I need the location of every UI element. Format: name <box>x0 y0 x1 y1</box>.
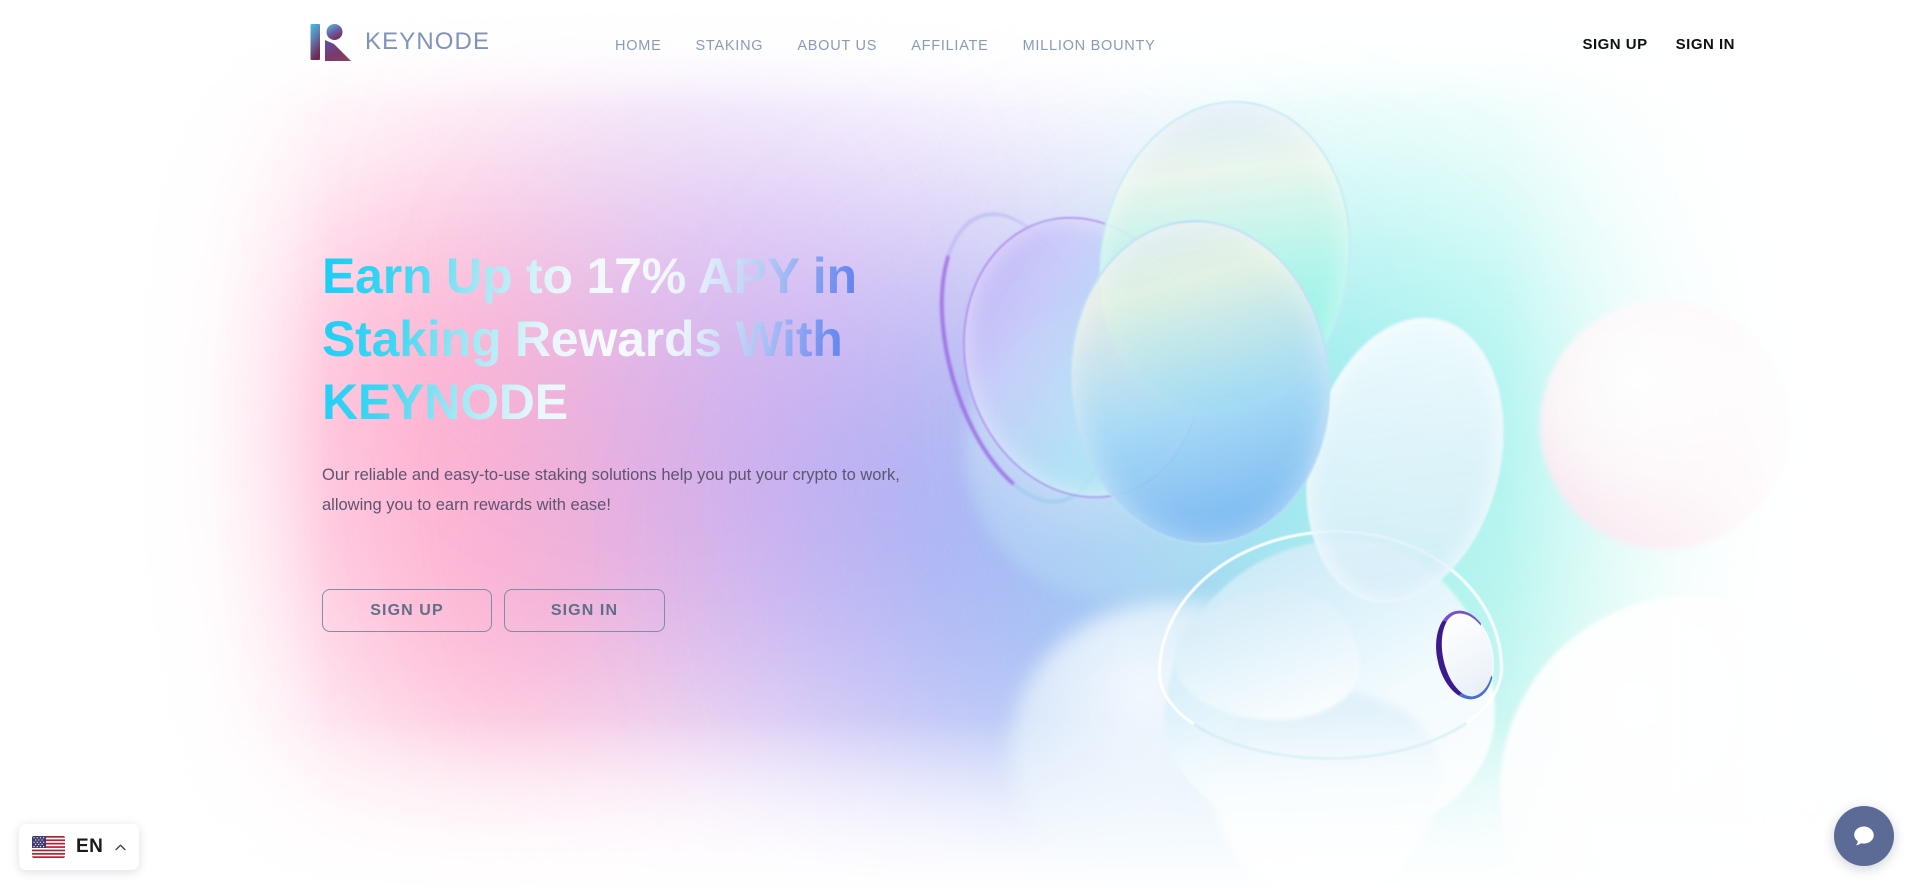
nav-home[interactable]: HOME <box>598 38 679 54</box>
hero-subtitle: Our reliable and easy-to-use staking sol… <box>322 466 900 514</box>
chat-bubble-icon <box>1850 822 1878 850</box>
brand-name: KEYNODE <box>365 28 491 55</box>
sign-up-button[interactable]: SIGN UP <box>322 589 492 632</box>
bg-fade-bottom <box>0 718 1920 888</box>
keynode-k-logo-icon <box>310 22 352 62</box>
hero-cta-group: SIGN UP SIGN IN <box>322 589 962 632</box>
chat-widget-button[interactable] <box>1834 806 1894 866</box>
nav-staking[interactable]: STAKING <box>679 38 781 54</box>
hero-title-line-3: KEYNODE <box>322 374 568 430</box>
language-switcher[interactable]: EN <box>19 824 139 870</box>
hero-title-line-1: Earn Up to 17% APY in <box>322 248 857 304</box>
hero-title-line-2: Staking Rewards With <box>322 311 843 367</box>
page-title: Earn Up to 17% APY in Staking Rewards Wi… <box>322 245 962 434</box>
chevron-up-icon[interactable] <box>114 841 127 854</box>
nav-million-bounty[interactable]: MILLION BOUNTY <box>1006 38 1173 54</box>
language-code: EN <box>76 836 104 857</box>
brand-logo-link[interactable]: KEYNODE <box>310 22 490 62</box>
header-auth-group: SIGN UP SIGN IN <box>1582 36 1735 53</box>
flag-us-icon <box>32 836 65 858</box>
site-header: KEYNODE HOME STAKING ABOUT US AFFILIATE … <box>0 0 1920 78</box>
nav-affiliate[interactable]: AFFILIATE <box>894 38 1005 54</box>
header-sign-up-link[interactable]: SIGN UP <box>1582 36 1647 53</box>
hero-section: Earn Up to 17% APY in Staking Rewards Wi… <box>322 245 962 632</box>
header-sign-in-link[interactable]: SIGN IN <box>1676 36 1735 53</box>
sign-in-button[interactable]: SIGN IN <box>504 589 665 632</box>
nav-about-us[interactable]: ABOUT US <box>780 38 894 54</box>
main-navigation: HOME STAKING ABOUT US AFFILIATE MILLION … <box>598 38 1173 54</box>
